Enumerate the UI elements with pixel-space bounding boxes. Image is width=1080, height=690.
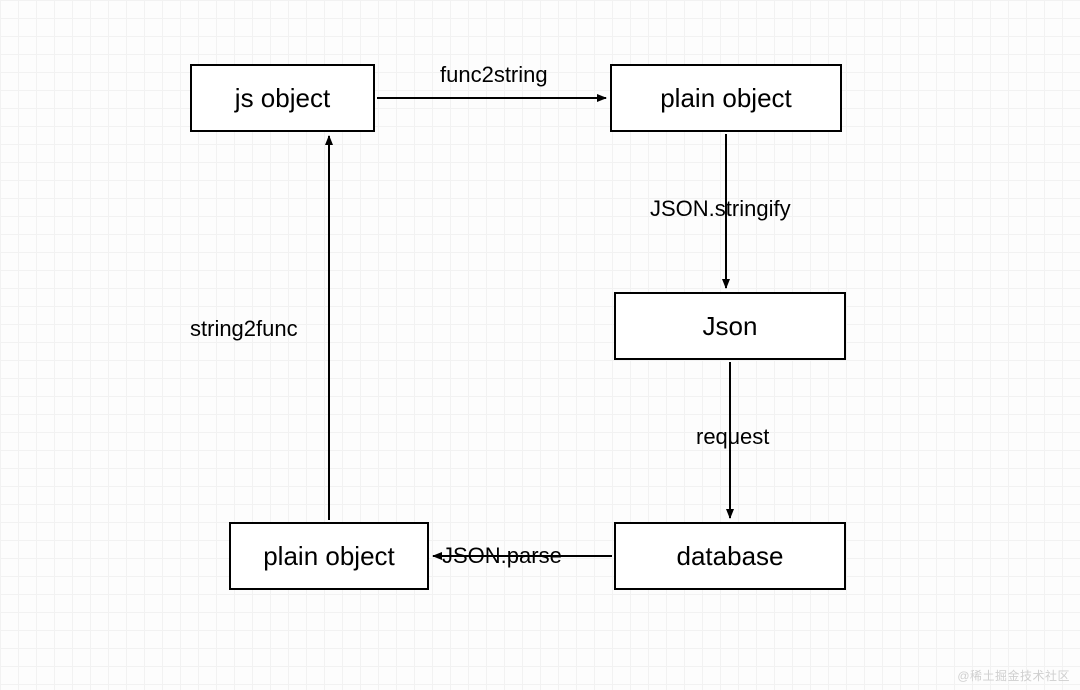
edge-label-func2string: func2string (440, 62, 548, 88)
edge-label-request: request (696, 424, 769, 450)
node-json: Json (614, 292, 846, 360)
diagram-arrows (0, 0, 1080, 690)
node-label: js object (235, 83, 330, 114)
node-label: plain object (263, 541, 395, 572)
node-js-object: js object (190, 64, 375, 132)
node-database: database (614, 522, 846, 590)
node-label: database (677, 541, 784, 572)
node-plain-object-1: plain object (610, 64, 842, 132)
node-label: Json (703, 311, 758, 342)
edge-label-json-parse: JSON.parse (442, 543, 562, 569)
edge-label-string2func: string2func (190, 316, 298, 342)
watermark: @稀土掘金技术社区 (957, 667, 1070, 684)
node-label: plain object (660, 83, 792, 114)
node-plain-object-2: plain object (229, 522, 429, 590)
edge-label-json-stringify: JSON.stringify (650, 196, 791, 222)
